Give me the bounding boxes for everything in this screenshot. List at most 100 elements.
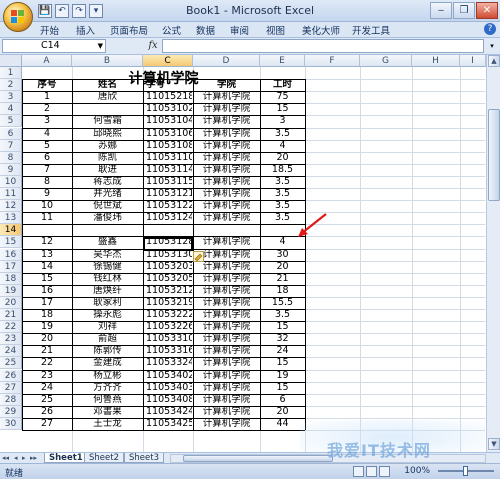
cell-a10[interactable]: 8 bbox=[23, 176, 71, 188]
row-header-22[interactable]: 22 bbox=[0, 321, 22, 334]
cell-c29[interactable]: 11053424 bbox=[144, 406, 192, 418]
column-header-e[interactable]: E bbox=[260, 55, 305, 67]
cell-a29[interactable]: 26 bbox=[23, 406, 71, 418]
insert-function-icon[interactable]: fx bbox=[146, 39, 160, 53]
selected-cell-c14[interactable] bbox=[143, 237, 193, 251]
cell-c24[interactable]: 11053316 bbox=[144, 345, 192, 357]
cell-c30[interactable]: 11053425 bbox=[144, 418, 192, 430]
prev-sheet-icon[interactable]: ◂ bbox=[14, 454, 18, 462]
row-header-9[interactable]: 9 bbox=[0, 163, 22, 176]
row-header-7[interactable]: 7 bbox=[0, 139, 22, 152]
cell-b12[interactable]: 倪世斌 bbox=[73, 200, 142, 212]
row-header-24[interactable]: 24 bbox=[0, 345, 22, 358]
cell-e16[interactable]: 30 bbox=[261, 249, 304, 261]
cell-d30[interactable]: 计算机学院 bbox=[194, 418, 259, 430]
cell-b17[interactable]: 徐锡健 bbox=[73, 261, 142, 273]
row-header-12[interactable]: 12 bbox=[0, 200, 22, 213]
cell-a25[interactable]: 22 bbox=[23, 357, 71, 369]
row-header-5[interactable]: 5 bbox=[0, 115, 22, 128]
cell-b7[interactable]: 苏娜 bbox=[73, 140, 142, 152]
cell-c6[interactable]: 11053106 bbox=[144, 128, 192, 140]
cell-e7[interactable]: 4 bbox=[261, 140, 304, 152]
normal-view-icon[interactable] bbox=[353, 466, 364, 477]
last-sheet-icon[interactable]: ▸▸ bbox=[30, 454, 37, 462]
cell-b13[interactable]: 潘俊玮 bbox=[73, 212, 142, 224]
cell-b3[interactable]: 唐欣 bbox=[73, 91, 142, 103]
chevron-down-icon[interactable]: ▼ bbox=[98, 40, 103, 52]
cell-b6[interactable]: 邱晓熙 bbox=[73, 128, 142, 140]
row-header-20[interactable]: 20 bbox=[0, 296, 22, 309]
column-header-b[interactable]: B bbox=[72, 55, 143, 67]
cell-d17[interactable]: 计算机学院 bbox=[194, 261, 259, 273]
close-button[interactable]: ✕ bbox=[476, 2, 498, 19]
column-header-g[interactable]: G bbox=[360, 55, 412, 67]
row-header-11[interactable]: 11 bbox=[0, 188, 22, 201]
cell-e30[interactable]: 44 bbox=[261, 418, 304, 430]
expand-formula-bar-icon[interactable]: ▾ bbox=[486, 39, 498, 53]
cell-b8[interactable]: 陈凯 bbox=[73, 152, 142, 164]
cell-e6[interactable]: 3.5 bbox=[261, 128, 304, 140]
zoom-level[interactable]: 100% bbox=[404, 466, 430, 476]
cell-b29[interactable]: 邓書果 bbox=[73, 406, 142, 418]
cell-d14[interactable] bbox=[194, 224, 259, 236]
cell-d22[interactable]: 计算机学院 bbox=[194, 321, 259, 333]
row-header-23[interactable]: 23 bbox=[0, 333, 22, 346]
cell-c27[interactable]: 11053403 bbox=[144, 382, 192, 394]
sheet-tab-sheet2[interactable]: Sheet2 bbox=[84, 453, 124, 463]
row-header-3[interactable]: 3 bbox=[0, 91, 22, 104]
cell-d5[interactable]: 计算机学院 bbox=[194, 115, 259, 127]
cell-c14[interactable] bbox=[144, 224, 192, 236]
row-header-30[interactable]: 30 bbox=[0, 417, 22, 430]
cell-b5[interactable]: 何雪霜 bbox=[73, 115, 142, 127]
row-header-28[interactable]: 28 bbox=[0, 393, 22, 406]
cell-e10[interactable]: 3.5 bbox=[261, 176, 304, 188]
cell-c22[interactable]: 11053226 bbox=[144, 321, 192, 333]
tab-home[interactable]: 开始 bbox=[40, 23, 59, 37]
cell-e19[interactable]: 18 bbox=[261, 285, 304, 297]
cell-a26[interactable]: 23 bbox=[23, 370, 71, 382]
cell-e21[interactable]: 3.5 bbox=[261, 309, 304, 321]
cell-a3[interactable]: 1 bbox=[23, 91, 71, 103]
cell-a27[interactable]: 24 bbox=[23, 382, 71, 394]
column-header-a[interactable]: A bbox=[22, 55, 72, 67]
cell-d11[interactable]: 计算机学院 bbox=[194, 188, 259, 200]
cell-e26[interactable]: 19 bbox=[261, 370, 304, 382]
cell-b28[interactable]: 何鲁燕 bbox=[73, 394, 142, 406]
cell-e17[interactable]: 20 bbox=[261, 261, 304, 273]
row-header-27[interactable]: 27 bbox=[0, 381, 22, 394]
cell-a11[interactable]: 9 bbox=[23, 188, 71, 200]
row-header-13[interactable]: 13 bbox=[0, 212, 22, 225]
cell-c19[interactable]: 11053212 bbox=[144, 285, 192, 297]
cell-d4[interactable]: 计算机学院 bbox=[194, 103, 259, 115]
cell-d8[interactable]: 计算机学院 bbox=[194, 152, 259, 164]
formula-input[interactable] bbox=[162, 39, 484, 53]
cell-c18[interactable]: 11053205 bbox=[144, 273, 192, 285]
zoom-slider-knob[interactable] bbox=[463, 466, 468, 476]
row-header-10[interactable]: 10 bbox=[0, 175, 22, 188]
row-header-14[interactable]: 14 bbox=[0, 224, 22, 237]
sheet-tab-sheet3[interactable]: Sheet3 bbox=[124, 453, 164, 463]
cell-b27[interactable]: 方齐齐 bbox=[73, 382, 142, 394]
row-header-15[interactable]: 15 bbox=[0, 236, 22, 249]
cell-a28[interactable]: 25 bbox=[23, 394, 71, 406]
row-header-2[interactable]: 2 bbox=[0, 79, 22, 92]
cell-b23[interactable]: 俞超 bbox=[73, 333, 142, 345]
column-header-i[interactable]: I bbox=[460, 55, 486, 67]
cell-e23[interactable]: 32 bbox=[261, 333, 304, 345]
tab-formulas[interactable]: 公式 bbox=[162, 23, 181, 37]
cell-a8[interactable]: 6 bbox=[23, 152, 71, 164]
cell-d23[interactable]: 计算机学院 bbox=[194, 333, 259, 345]
cell-a18[interactable]: 15 bbox=[23, 273, 71, 285]
cell-a24[interactable]: 21 bbox=[23, 345, 71, 357]
cell-e27[interactable]: 15 bbox=[261, 382, 304, 394]
cell-d20[interactable]: 计算机学院 bbox=[194, 297, 259, 309]
cell-c10[interactable]: 11053115 bbox=[144, 176, 192, 188]
cell-d26[interactable]: 计算机学院 bbox=[194, 370, 259, 382]
cell-b4[interactable] bbox=[73, 103, 142, 115]
cell-c28[interactable]: 11053408 bbox=[144, 394, 192, 406]
tab-developer[interactable]: 开发工具 bbox=[352, 23, 390, 37]
cell-b22[interactable]: 刘祥 bbox=[73, 321, 142, 333]
cell-d9[interactable]: 计算机学院 bbox=[194, 164, 259, 176]
cell-d19[interactable]: 计算机学院 bbox=[194, 285, 259, 297]
cell-e9[interactable]: 18.5 bbox=[261, 164, 304, 176]
